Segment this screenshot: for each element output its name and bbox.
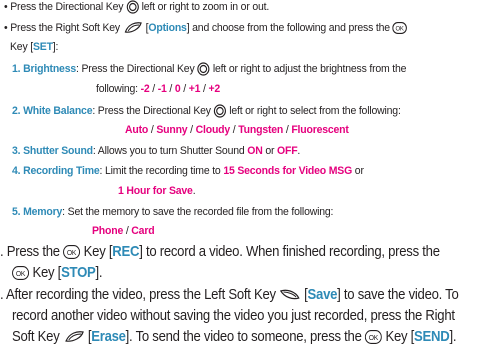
svg-text:OK: OK [16, 270, 26, 278]
memory-item: 5. Memory: Set the memory to save the re… [12, 206, 334, 218]
white-balance-item: 2. White Balance: Press the Directional … [12, 104, 401, 118]
ok-key-icon: OK [392, 22, 408, 34]
manual-page: • Press the Directional Key left or righ… [0, 0, 498, 347]
shutter-sound-item: 3. Shutter Sound: Allows you to turn Shu… [12, 145, 301, 157]
recording-time-value: 1 Hour for Save. [118, 185, 196, 197]
svg-text:OK: OK [67, 249, 77, 257]
brightness-item: 1. Brightness: Press the Directional Key… [12, 62, 407, 76]
memory-values: Phone / Card [92, 225, 155, 237]
ok-key-icon: OK [12, 266, 30, 281]
recording-time-item: 4. Recording Time: Limit the recording t… [12, 165, 364, 177]
save-step-continued: record another video without saving the … [12, 308, 455, 324]
ok-key-icon: OK [365, 330, 383, 345]
brightness-values: following: -2 / -1 / 0 / +1 / +2 [96, 83, 221, 95]
erase-send-step: Soft Key [Erase]. To send the video to s… [12, 329, 457, 345]
directional-key-icon [213, 104, 227, 118]
svg-text:OK: OK [396, 25, 405, 32]
directional-key-icon [197, 62, 210, 76]
ok-key-icon: OK [63, 245, 81, 260]
directional-key-icon [126, 0, 139, 14]
right-soft-key-icon [63, 330, 85, 344]
right-soft-key-icon [123, 21, 143, 35]
save-step: . After recording the video, press the L… [0, 287, 459, 303]
options-instruction: • Press the Right Soft Key [Options] and… [4, 21, 408, 35]
left-soft-key-icon [279, 288, 301, 302]
white-balance-values: Auto / Sunny / Cloudy / Tungsten / Fluor… [125, 124, 349, 136]
zoom-instruction: • Press the Directional Key left or righ… [4, 0, 270, 14]
svg-text:OK: OK [369, 334, 379, 342]
set-key-line: Key [SET]: [10, 41, 59, 53]
stop-step: OK Key [STOP]. [12, 265, 103, 281]
record-step: . Press the OK Key [REC] to record a vid… [0, 244, 440, 260]
